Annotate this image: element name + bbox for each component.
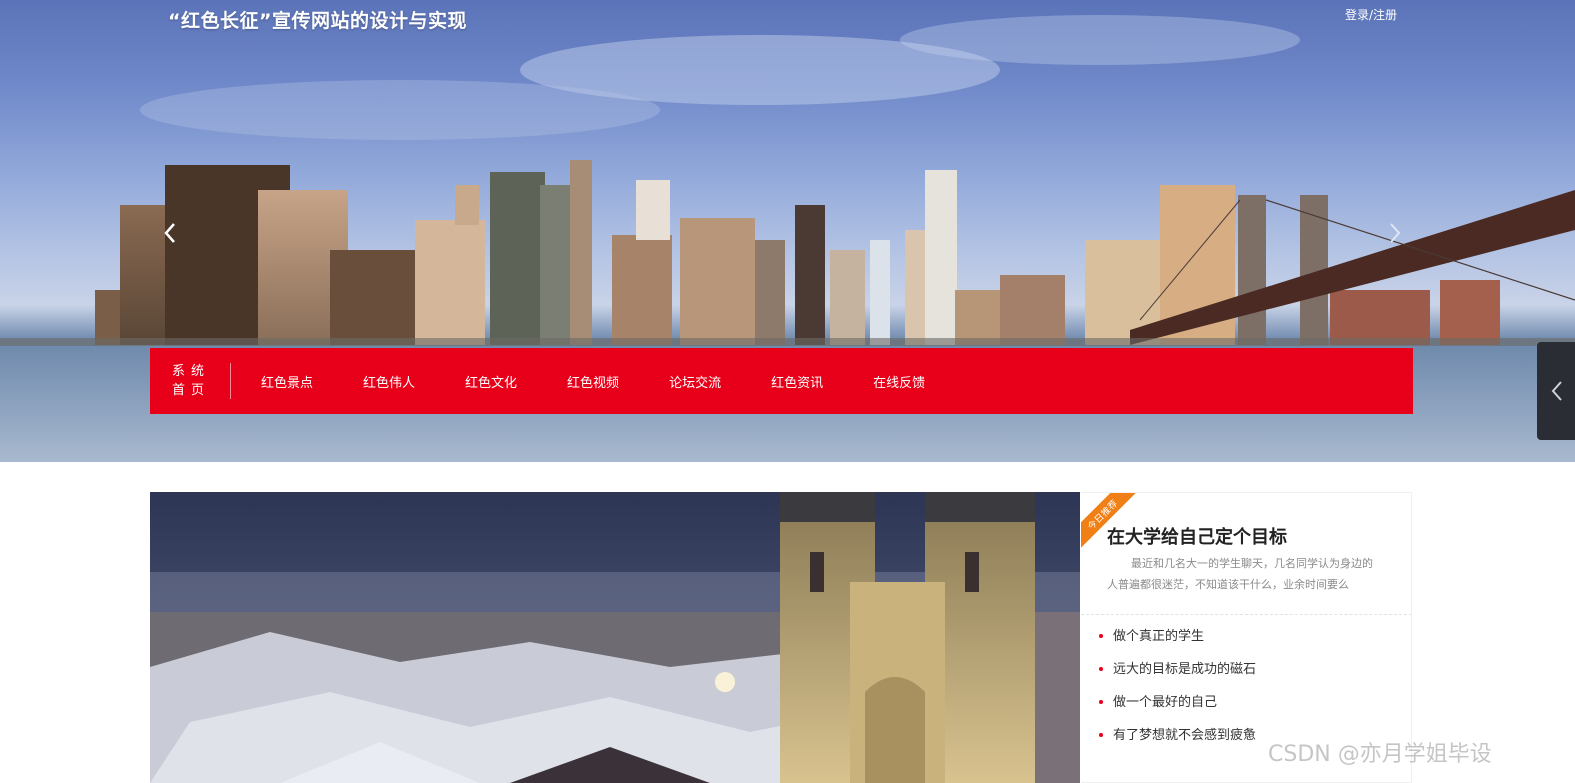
nav-item-red-news[interactable]: 红色资讯 xyxy=(771,372,823,391)
csdn-watermark: CSDN @亦月学姐毕设 xyxy=(1268,742,1492,767)
list-item[interactable]: 有了梦想就不会感到疲惫 xyxy=(1097,723,1256,756)
main-nav-bar: 系统首页 红色景点 红色伟人 红色文化 红色视频 论坛交流 红色资讯 在线反馈 xyxy=(150,348,1413,414)
nav-list: 红色景点 红色伟人 红色文化 红色视频 论坛交流 红色资讯 在线反馈 xyxy=(231,372,975,391)
chevron-left-icon xyxy=(1551,381,1562,401)
login-register-link[interactable]: 登录/注册 xyxy=(1345,6,1397,23)
nav-item-feedback[interactable]: 在线反馈 xyxy=(873,372,925,391)
nav-item-red-leaders[interactable]: 红色伟人 xyxy=(363,372,415,391)
carousel-prev-button[interactable] xyxy=(156,216,184,250)
list-item[interactable]: 做个真正的学生 xyxy=(1097,624,1256,657)
nav-item-forum[interactable]: 论坛交流 xyxy=(669,372,721,391)
divider xyxy=(1081,614,1411,615)
recommend-summary: 最近和几名大一的学生聊天，几名同学认为身边的人普遍都很迷茫，不知道该干什么，业余… xyxy=(1107,557,1373,591)
nav-home-link[interactable]: 系统首页 xyxy=(152,363,231,399)
side-drawer-toggle[interactable] xyxy=(1537,342,1575,440)
nav-item-red-scenic-spots[interactable]: 红色景点 xyxy=(261,372,313,391)
recommend-title[interactable]: 在大学给自己定个目标 xyxy=(1107,523,1287,549)
prague-night-photo xyxy=(150,492,1080,783)
nav-item-red-culture[interactable]: 红色文化 xyxy=(465,372,517,391)
featured-photo[interactable] xyxy=(150,492,1080,783)
list-item[interactable]: 远大的目标是成功的磁石 xyxy=(1097,657,1256,690)
chevron-left-icon xyxy=(164,223,175,243)
recommend-list: 做个真正的学生 远大的目标是成功的磁石 做一个最好的自己 有了梦想就不会感到疲惫 xyxy=(1097,624,1256,756)
carousel-next-button[interactable] xyxy=(1381,216,1409,250)
nav-home-label: 系统首页 xyxy=(171,364,210,398)
chevron-right-icon xyxy=(1390,223,1401,243)
site-title: “红色长征”宣传网站的设计与实现 xyxy=(168,10,467,32)
nav-item-red-videos[interactable]: 红色视频 xyxy=(567,372,619,391)
list-item[interactable]: 做一个最好的自己 xyxy=(1097,690,1256,723)
